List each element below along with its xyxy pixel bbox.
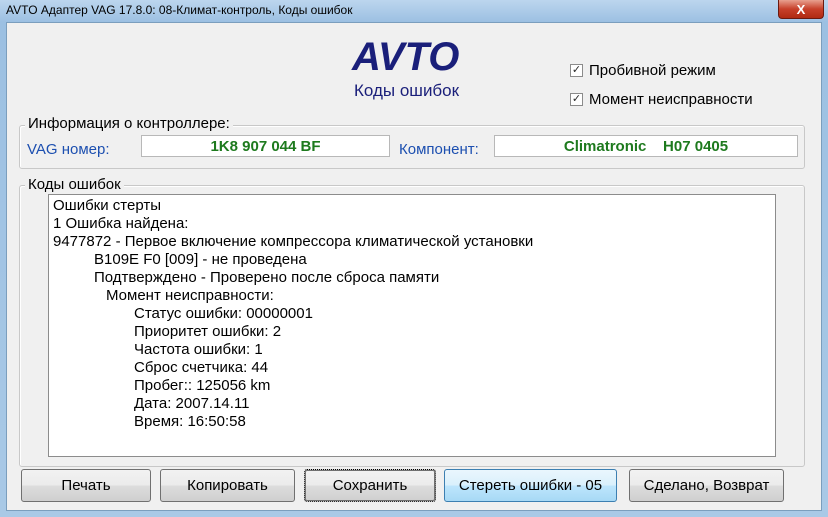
list-item: Частота ошибки: 1	[134, 341, 263, 358]
save-button[interactable]: Сохранить	[304, 469, 436, 502]
checkmark-icon: ✓	[570, 93, 583, 106]
test-mode-checkbox[interactable]: ✓ Пробивной режим	[570, 62, 716, 79]
list-item: 1 Ошибка найдена:	[53, 215, 189, 232]
clear-faults-button[interactable]: Стереть ошибки - 05	[444, 469, 617, 502]
list-item: Ошибки стерты	[53, 197, 161, 214]
done-return-button[interactable]: Сделано, Возврат	[629, 469, 784, 502]
client-area: AVTO Коды ошибок ✓ Пробивной режим ✓ Мом…	[6, 22, 822, 511]
window-title: AVTO Адаптер VAG 17.8.0: 08-Климат-контр…	[6, 3, 353, 17]
fault-moment-checkbox[interactable]: ✓ Момент неисправности	[570, 91, 753, 108]
app-logo: AVTO	[352, 35, 460, 79]
list-item: Момент неисправности:	[106, 287, 274, 304]
page-subtitle: Коды ошибок	[354, 81, 460, 100]
vag-number-field[interactable]: 1K8 907 044 BF	[141, 135, 390, 157]
list-item: Дата: 2007.14.11	[134, 395, 250, 412]
copy-button[interactable]: Копировать	[160, 469, 295, 502]
close-button[interactable]: X	[778, 0, 824, 19]
list-item: Время: 16:50:58	[134, 413, 246, 430]
list-item: Подтверждено - Проверено после сброса па…	[94, 269, 440, 286]
fault-codes-label: Коды ошибок	[25, 176, 124, 193]
checkmark-icon: ✓	[570, 64, 583, 77]
test-mode-label: Пробивной режим	[589, 62, 716, 79]
vag-number-label: VAG номер:	[27, 141, 110, 158]
list-item: Пробег:: 125056 km	[134, 377, 271, 394]
controller-info-label: Информация о контроллере:	[25, 115, 233, 132]
component-label: Компонент:	[399, 141, 479, 158]
title-bar[interactable]: AVTO Адаптер VAG 17.8.0: 08-Климат-контр…	[0, 0, 828, 22]
fault-moment-label: Момент неисправности	[589, 91, 753, 108]
fault-codes-list[interactable]: Ошибки стерты 1 Ошибка найдена: 9477872 …	[48, 194, 776, 457]
component-field[interactable]: Climatronic H07 0405	[494, 135, 798, 157]
list-item: Приоритет ошибки: 2	[134, 323, 282, 340]
list-item: B109E F0 [009] - не проведена	[94, 251, 307, 268]
print-button[interactable]: Печать	[21, 469, 151, 502]
list-item: 9477872 - Первое включение компрессора к…	[53, 233, 534, 250]
list-item: Сброс счетчика: 44	[134, 359, 269, 376]
list-item: Статус ошибки: 00000001	[134, 305, 313, 322]
close-icon: X	[796, 1, 806, 17]
app-window: AVTO Адаптер VAG 17.8.0: 08-Климат-контр…	[0, 0, 828, 517]
